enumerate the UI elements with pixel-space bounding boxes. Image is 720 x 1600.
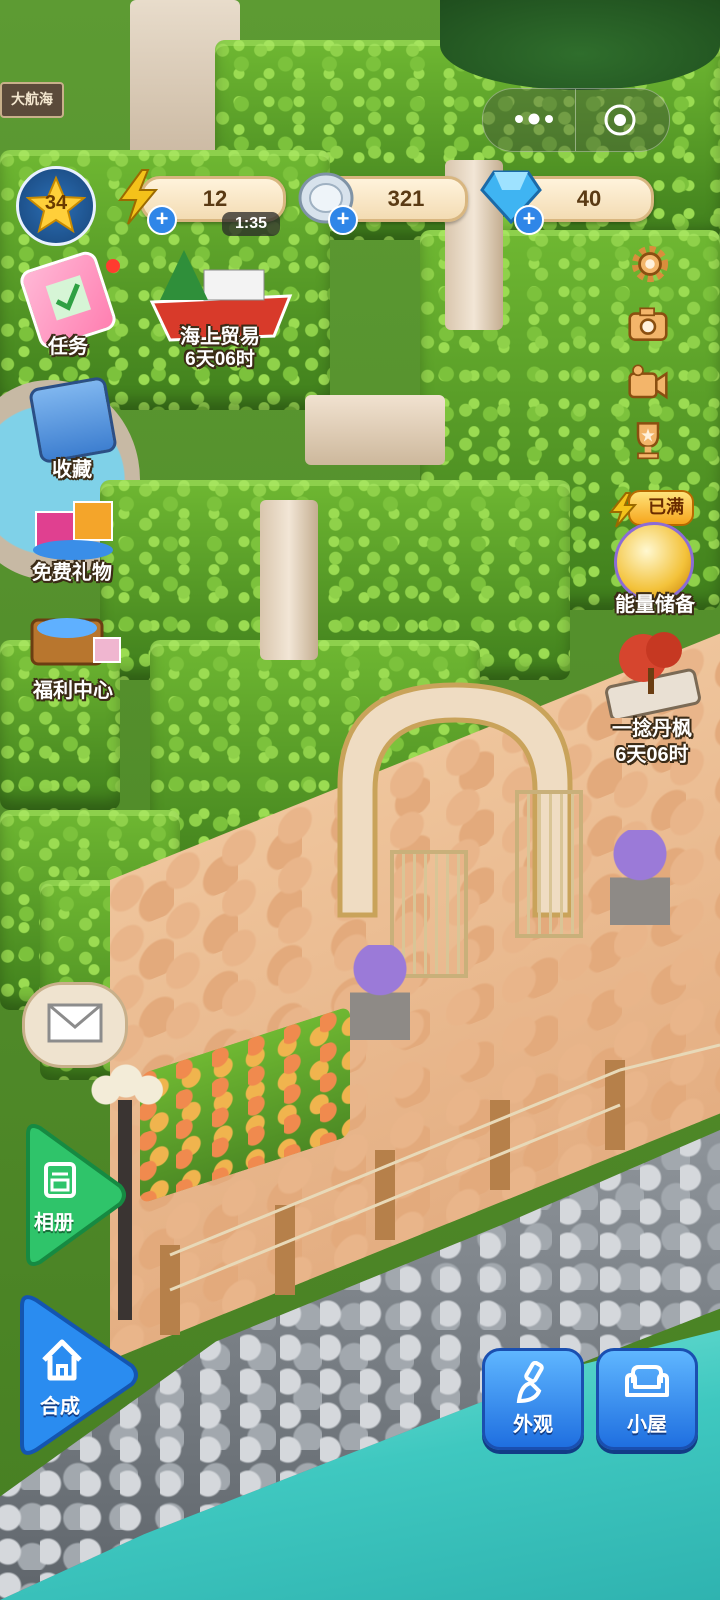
envelope-icon bbox=[47, 1003, 103, 1043]
capsule-divider bbox=[575, 89, 576, 151]
trophy-icon[interactable] bbox=[628, 420, 668, 460]
welfare-center-label: 福利中心 bbox=[33, 680, 113, 702]
lavender-pot bbox=[610, 830, 670, 925]
energy-plus-button[interactable]: + bbox=[147, 205, 177, 235]
video-camera-icon[interactable] bbox=[628, 362, 668, 402]
sea-trade-timer: 6天06时 bbox=[185, 349, 255, 370]
tasks-label: 任务 bbox=[48, 336, 88, 358]
level-number: 34 bbox=[44, 192, 68, 214]
exterior-label: 外观 bbox=[513, 1414, 553, 1436]
gems-value: 40 bbox=[576, 186, 602, 211]
lavender-pot bbox=[350, 945, 410, 1040]
paint-brush-icon bbox=[516, 1361, 544, 1404]
level-badge[interactable]: 34 bbox=[16, 166, 96, 246]
maple-event-timer: 6天06时 bbox=[615, 744, 689, 766]
exterior-button[interactable]: 外观 bbox=[482, 1348, 584, 1450]
miniprogram-capsule bbox=[482, 88, 670, 152]
welfare-center-button[interactable]: 福利中心 bbox=[18, 598, 128, 702]
camera-icon[interactable] bbox=[628, 304, 668, 344]
treasure-chest-icon bbox=[30, 618, 121, 666]
favorites-button[interactable]: 收藏 bbox=[22, 375, 122, 481]
merge-button[interactable]: 合成 bbox=[16, 1290, 140, 1460]
cabin-button[interactable]: 小屋 bbox=[596, 1348, 698, 1450]
merge-label: 合成 bbox=[40, 1396, 80, 1418]
gift-box-icon bbox=[33, 501, 113, 560]
more-dots-icon[interactable] bbox=[509, 103, 559, 135]
energy-timer: 1:35 bbox=[222, 212, 280, 236]
mail-button[interactable] bbox=[22, 982, 128, 1068]
gear-icon[interactable] bbox=[630, 244, 670, 284]
full-badge-label: 已满 bbox=[648, 497, 684, 517]
favorites-label: 收藏 bbox=[52, 459, 92, 481]
home-icon bbox=[42, 1339, 82, 1381]
notification-dot bbox=[106, 259, 120, 273]
tasks-button[interactable]: 任务 bbox=[17, 248, 120, 358]
free-gifts-button[interactable]: 免费礼物 bbox=[20, 492, 124, 584]
lamp-pillar bbox=[260, 500, 318, 660]
coins-value: 321 bbox=[387, 186, 425, 211]
balustrade bbox=[305, 395, 445, 465]
lightning-icon bbox=[608, 492, 638, 528]
lamp-globes bbox=[86, 1060, 166, 1120]
album-label: 相册 bbox=[34, 1212, 74, 1234]
palm-tree bbox=[440, 0, 720, 90]
sea-trade-event[interactable]: 海上贸易 6天06时 bbox=[140, 240, 300, 375]
energy-storage-button[interactable]: 已满 能量储备 bbox=[600, 490, 710, 630]
gate bbox=[515, 790, 583, 938]
voyage-sign[interactable]: 大航海 bbox=[0, 82, 64, 118]
maple-event-label: 一捻丹枫 bbox=[612, 718, 692, 740]
album-button[interactable]: 相册 bbox=[22, 1120, 126, 1270]
photo-album-icon bbox=[44, 1162, 76, 1198]
gems-plus-button[interactable]: + bbox=[514, 205, 544, 235]
cabin-label: 小屋 bbox=[627, 1414, 667, 1436]
maple-event-button[interactable]: 一捻丹枫 6天06时 bbox=[590, 628, 714, 768]
target-close-icon[interactable] bbox=[603, 103, 637, 137]
voyage-sign-label: 大航海 bbox=[11, 91, 53, 107]
sofa-icon bbox=[625, 1365, 669, 1397]
free-gifts-label: 免费礼物 bbox=[32, 562, 112, 584]
album-book-icon bbox=[27, 375, 119, 465]
energy-storage-label: 能量储备 bbox=[615, 594, 695, 616]
checkmark-icon bbox=[45, 275, 92, 321]
coins-plus-button[interactable]: + bbox=[328, 205, 358, 235]
maple-tree-icon bbox=[605, 632, 701, 718]
